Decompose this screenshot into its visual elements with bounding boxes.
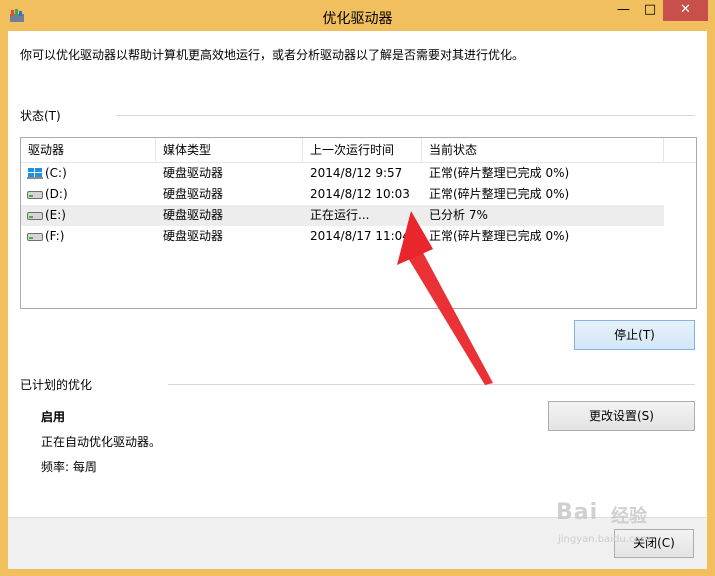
- schedule-state-title: 启用: [41, 410, 66, 424]
- last-run-time: 2014/8/17 11:04: [310, 229, 410, 243]
- last-run-time: 2014/8/12 9:57: [310, 166, 403, 180]
- drives-list[interactable]: 驱动器 媒体类型 上一次运行时间 当前状态 (C:) 硬盘驱动器 2014/8/…: [20, 137, 697, 309]
- hard-drive-icon: [27, 191, 43, 199]
- column-header-media-type[interactable]: 媒体类型: [156, 138, 303, 162]
- scheduled-section-label: 已计划的优化: [20, 378, 93, 392]
- stop-button[interactable]: 停止(T): [574, 320, 695, 350]
- current-status: 正常(碎片整理已完成 0%): [429, 229, 570, 243]
- media-type: 硬盘驱动器: [163, 229, 224, 243]
- dialog-body: 你可以优化驱动器以帮助计算机更高效地运行，或者分析驱动器以了解是否需要对其进行优…: [8, 31, 707, 569]
- drive-row-f[interactable]: (F:) 硬盘驱动器 2014/8/17 11:04 正常(碎片整理已完成 0%…: [21, 226, 664, 247]
- hard-drive-icon: [27, 212, 43, 220]
- media-type: 硬盘驱动器: [163, 166, 224, 180]
- baidu-watermark: Bai 经验 jingyan.baidu.com: [556, 500, 676, 550]
- drive-name: (F:): [45, 229, 65, 243]
- media-type: 硬盘驱动器: [163, 187, 224, 201]
- drives-list-header: 驱动器 媒体类型 上一次运行时间 当前状态: [21, 138, 696, 163]
- scheduled-divider: [168, 384, 695, 385]
- current-status: 正常(碎片整理已完成 0%): [429, 166, 570, 180]
- drive-row-e[interactable]: (E:) 硬盘驱动器 正在运行... 已分析 7%: [21, 205, 664, 226]
- watermark-subtitle: 经验: [611, 506, 647, 527]
- maximize-button[interactable]: □: [637, 0, 663, 21]
- drive-row-d[interactable]: (D:) 硬盘驱动器 2014/8/12 10:03 正常(碎片整理已完成 0%…: [21, 184, 664, 205]
- close-window-button[interactable]: ✕: [663, 0, 708, 21]
- status-divider: [116, 115, 695, 116]
- watermark-brand: Bai: [556, 500, 599, 525]
- drive-row-c[interactable]: (C:) 硬盘驱动器 2014/8/12 9:57 正常(碎片整理已完成 0%): [21, 163, 664, 184]
- schedule-frequency: 频率: 每周: [41, 460, 97, 474]
- column-header-last-run[interactable]: 上一次运行时间: [303, 138, 422, 162]
- description-text: 你可以优化驱动器以帮助计算机更高效地运行，或者分析驱动器以了解是否需要对其进行优…: [20, 48, 525, 62]
- drive-name: (E:): [45, 208, 66, 222]
- column-header-current-status[interactable]: 当前状态: [422, 138, 664, 162]
- media-type: 硬盘驱动器: [163, 208, 224, 222]
- drive-name: (C:): [45, 166, 67, 180]
- title-bar[interactable]: 优化驱动器 — □ ✕: [0, 0, 715, 32]
- last-run-time: 正在运行...: [310, 208, 370, 222]
- watermark-url: jingyan.baidu.com: [558, 534, 651, 545]
- change-settings-button[interactable]: 更改设置(S): [548, 401, 695, 431]
- window-title: 优化驱动器: [322, 11, 393, 27]
- schedule-state-description: 正在自动优化驱动器。: [41, 435, 162, 449]
- drive-name: (D:): [45, 187, 68, 201]
- current-status: 已分析 7%: [429, 208, 488, 222]
- status-section-label: 状态(T): [20, 109, 61, 123]
- windows-drive-icon: [27, 168, 43, 179]
- minimize-button[interactable]: —: [610, 0, 637, 21]
- optimize-drives-window: 优化驱动器 — □ ✕ 你可以优化驱动器以帮助计算机更高效地运行，或者分析驱动器…: [0, 0, 715, 576]
- current-status: 正常(碎片整理已完成 0%): [429, 187, 570, 201]
- last-run-time: 2014/8/12 10:03: [310, 187, 410, 201]
- hard-drive-icon: [27, 233, 43, 241]
- column-header-drive[interactable]: 驱动器: [21, 138, 156, 162]
